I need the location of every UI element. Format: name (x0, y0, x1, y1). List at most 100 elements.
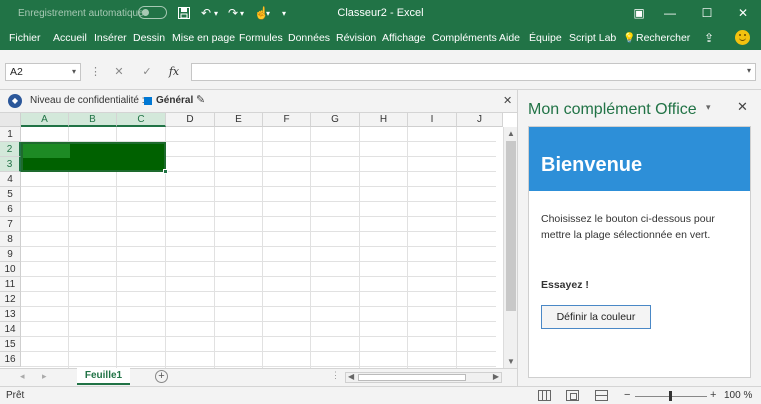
title-bar: Enregistrement automatique ↶ ▾ ↷ ▾ ☝ ▾ ▾… (0, 0, 761, 26)
task-pane-options-icon[interactable]: ▾ (706, 102, 711, 113)
ribbon-display-options-icon[interactable]: ▣ (624, 0, 654, 26)
row-header-14[interactable]: 14 (0, 322, 21, 337)
scroll-down-icon[interactable]: ▼ (507, 357, 515, 366)
cancel-icon[interactable]: ✕ (112, 63, 126, 81)
smiley-feedback-icon[interactable] (735, 30, 750, 45)
horizontal-scroll-thumb[interactable] (358, 374, 466, 381)
save-icon[interactable] (178, 0, 190, 26)
formula-input[interactable]: ▾ (191, 63, 756, 81)
row-header-3[interactable]: 3 (0, 157, 21, 172)
tab-script-lab[interactable]: Script Lab (569, 26, 616, 50)
row-header-11[interactable]: 11 (0, 277, 21, 292)
tab-split-grip-icon[interactable]: ⋮ (331, 370, 340, 381)
active-cell[interactable] (23, 144, 70, 158)
tab-donnees[interactable]: Données (288, 26, 330, 50)
row-header-13[interactable]: 13 (0, 307, 21, 322)
row-header-16[interactable]: 16 (0, 352, 21, 367)
name-box[interactable]: A2 ▾ (5, 63, 81, 81)
task-pane-close-icon[interactable]: ✕ (737, 99, 748, 115)
set-color-button[interactable]: Définir la couleur (541, 305, 651, 329)
row-header-6[interactable]: 6 (0, 202, 21, 217)
lightbulb-icon[interactable]: 💡 (623, 26, 635, 50)
page-break-view-icon[interactable] (595, 390, 608, 401)
zoom-in-icon[interactable]: + (710, 389, 716, 401)
worksheet-grid[interactable]: A B C D E F G H I J 1 2 3 4 5 6 7 8 9 10… (0, 113, 517, 368)
zoom-out-icon[interactable]: − (624, 389, 630, 401)
tab-aide[interactable]: Aide (499, 26, 520, 50)
row-header-8[interactable]: 8 (0, 232, 21, 247)
edit-sensitivity-icon[interactable]: ✎ (196, 93, 205, 106)
sensitivity-bar: ◆ Niveau de confidentialité : Général ✎ … (0, 90, 517, 113)
vertical-scroll-thumb[interactable] (506, 141, 516, 311)
column-header-e[interactable]: E (215, 113, 263, 127)
column-header-g[interactable]: G (311, 113, 360, 127)
grid-line (21, 186, 496, 187)
tab-affichage[interactable]: Affichage (382, 26, 426, 50)
row-header-1[interactable]: 1 (0, 127, 21, 142)
redo-icon[interactable]: ↷ (228, 0, 238, 26)
tab-equipe[interactable]: Équipe (529, 26, 562, 50)
scroll-up-icon[interactable]: ▲ (507, 129, 515, 138)
sheet-tab-feuille1[interactable]: Feuille1 (77, 368, 130, 385)
grid-line (21, 201, 496, 202)
row-header-7[interactable]: 7 (0, 217, 21, 232)
row-header-12[interactable]: 12 (0, 292, 21, 307)
row-header-10[interactable]: 10 (0, 262, 21, 277)
column-header-i[interactable]: I (408, 113, 457, 127)
redo-dropdown-icon[interactable]: ▾ (240, 0, 244, 26)
row-header-4[interactable]: 4 (0, 172, 21, 187)
undo-dropdown-icon[interactable]: ▾ (214, 0, 218, 26)
add-sheet-icon[interactable]: + (155, 370, 168, 383)
autosave-toggle[interactable] (138, 6, 167, 19)
tab-dessin[interactable]: Dessin (133, 26, 165, 50)
tab-revision[interactable]: Révision (336, 26, 376, 50)
row-header-9[interactable]: 9 (0, 247, 21, 262)
tab-inserer[interactable]: Insérer (94, 26, 127, 50)
column-header-c[interactable]: C (117, 113, 166, 127)
column-header-f[interactable]: F (263, 113, 311, 127)
prev-sheet-icon[interactable]: ◂ (20, 371, 25, 382)
autosave-label: Enregistrement automatique (18, 7, 144, 19)
vertical-scrollbar[interactable]: ▲ ▼ (503, 127, 517, 368)
formula-bar-grip-icon[interactable]: ⋮ (90, 63, 101, 81)
zoom-slider-thumb[interactable] (669, 391, 672, 401)
column-header-h[interactable]: H (360, 113, 408, 127)
sensitivity-value[interactable]: Général (156, 95, 193, 106)
tab-complements[interactable]: Compléments (432, 26, 497, 50)
minimize-button[interactable]: — (655, 0, 685, 26)
share-icon[interactable]: ⇪ (704, 26, 714, 50)
tab-mise-en-page[interactable]: Mise en page (172, 26, 235, 50)
selected-range[interactable] (21, 142, 168, 174)
customize-toolbar-icon[interactable]: ▾ (282, 0, 286, 26)
column-header-a[interactable]: A (21, 113, 69, 127)
page-layout-view-icon[interactable] (566, 390, 579, 401)
horizontal-scrollbar[interactable]: ◀ ▶ (345, 372, 502, 383)
grid-line (21, 246, 496, 247)
fill-handle[interactable] (163, 169, 168, 174)
row-header-15[interactable]: 15 (0, 337, 21, 352)
tab-formules[interactable]: Formules (239, 26, 283, 50)
close-button[interactable]: ✕ (728, 0, 758, 26)
enter-icon[interactable]: ✓ (140, 63, 154, 81)
column-header-d[interactable]: D (166, 113, 215, 127)
row-header-5[interactable]: 5 (0, 187, 21, 202)
tab-fichier[interactable]: Fichier (9, 26, 41, 50)
scroll-right-icon[interactable]: ▶ (493, 372, 499, 381)
tell-me-search[interactable]: Rechercher (636, 26, 690, 50)
scroll-left-icon[interactable]: ◀ (348, 372, 354, 381)
next-sheet-icon[interactable]: ▸ (42, 371, 47, 382)
column-header-b[interactable]: B (69, 113, 117, 127)
tab-accueil[interactable]: Accueil (53, 26, 87, 50)
select-all-corner[interactable] (0, 113, 21, 127)
close-sensitivity-icon[interactable]: ✕ (503, 94, 512, 107)
zoom-level[interactable]: 100 % (724, 390, 752, 401)
name-box-dropdown-icon[interactable]: ▾ (72, 64, 76, 80)
column-header-j[interactable]: J (457, 113, 503, 127)
row-header-2[interactable]: 2 (0, 142, 21, 157)
maximize-button[interactable]: ☐ (692, 0, 722, 26)
expand-formula-bar-icon[interactable]: ▾ (747, 66, 751, 75)
undo-icon[interactable]: ↶ (201, 0, 211, 26)
normal-view-icon[interactable] (538, 390, 551, 401)
insert-function-icon[interactable]: fx (167, 63, 181, 81)
touch-dropdown-icon[interactable]: ▾ (266, 0, 270, 26)
